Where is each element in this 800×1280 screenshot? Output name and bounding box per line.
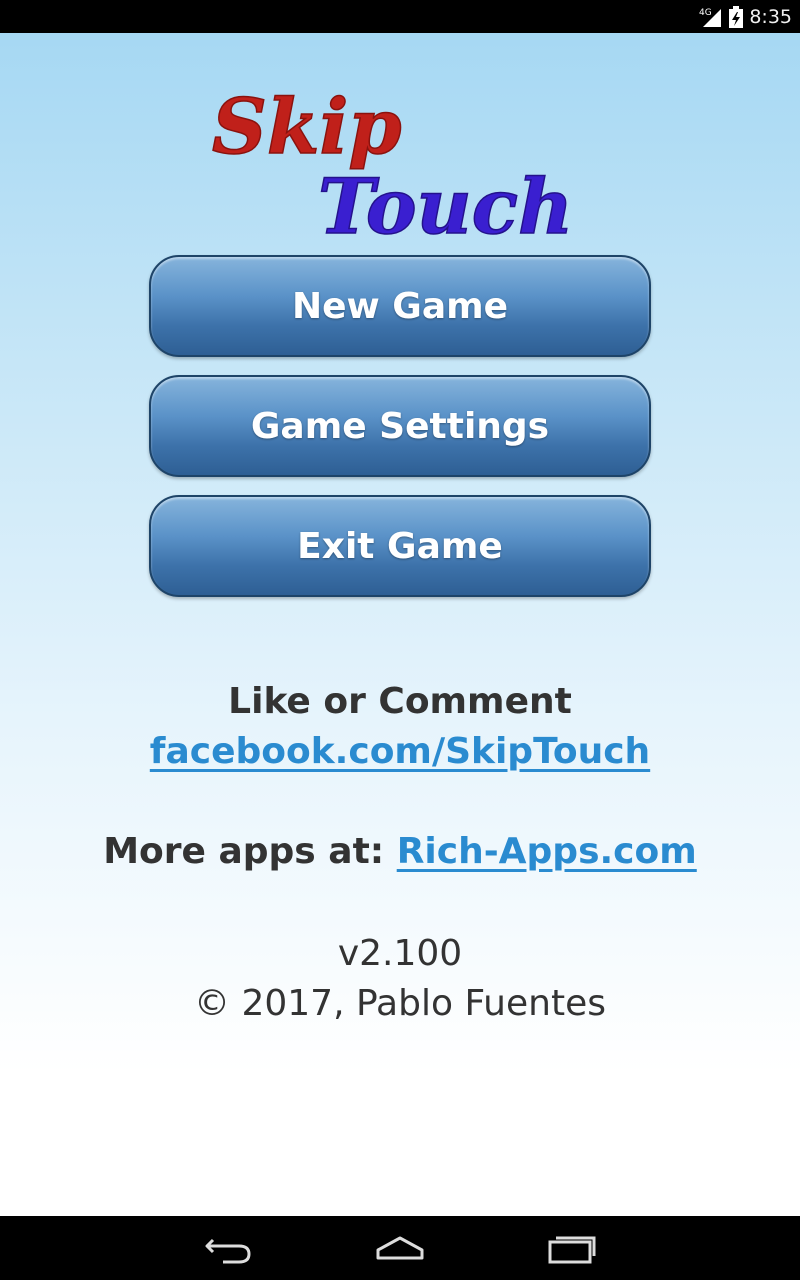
facebook-link-row: facebook.com/SkipTouch [0, 731, 800, 772]
status-icons: 4G 8:35 [699, 0, 792, 33]
more-apps-label: More apps at: [103, 831, 397, 872]
navigation-bar [0, 1216, 800, 1280]
back-icon[interactable] [199, 1228, 259, 1268]
main-menu-screen: Skip Touch New Game Game Settings Exit G… [0, 33, 800, 1216]
svg-text:4G: 4G [699, 8, 712, 18]
new-game-button[interactable]: New Game [149, 255, 651, 357]
skip-touch-logo: Skip Touch [211, 81, 574, 251]
facebook-link[interactable]: facebook.com/SkipTouch [150, 731, 650, 772]
recents-icon[interactable] [542, 1228, 602, 1268]
game-settings-button[interactable]: Game Settings [149, 375, 651, 477]
svg-text:Touch: Touch [318, 162, 573, 251]
version-text: v2.100 [337, 933, 463, 974]
battery-icon [729, 5, 744, 28]
exit-game-button[interactable]: Exit Game [149, 495, 651, 597]
status-bar: 4G 8:35 [0, 0, 800, 33]
signal-4g-icon: 4G [699, 8, 722, 27]
copyright-text: © 2017, Pablo Fuentes [194, 983, 606, 1024]
more-apps-row: More apps at: Rich-Apps.com [0, 831, 800, 872]
home-icon[interactable] [370, 1228, 430, 1268]
svg-text:Skip: Skip [212, 82, 402, 171]
status-time: 8:35 [749, 5, 792, 28]
rich-apps-link[interactable]: Rich-Apps.com [397, 831, 697, 872]
like-or-comment-text: Like or Comment [228, 681, 572, 722]
